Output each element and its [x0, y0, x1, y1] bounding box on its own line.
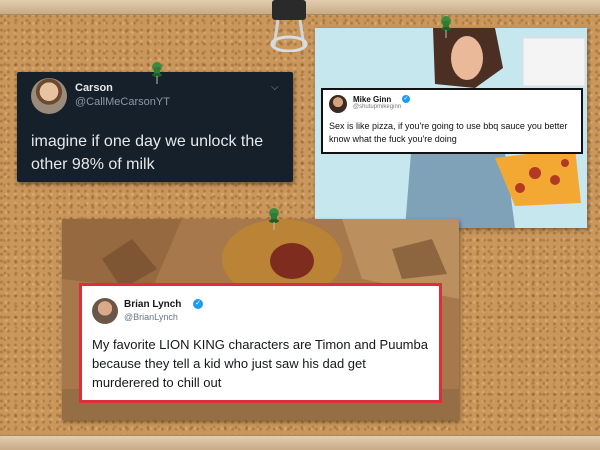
tweet-card-carson: Carson @CallMeCarsonYT ⌵ imagine if one …	[17, 72, 293, 182]
verified-badge-icon: ✓	[402, 95, 410, 103]
tweet-author-name: Carson	[75, 82, 113, 94]
pushpin-icon	[152, 62, 162, 84]
tweet-author-handle: @shutupmikeginn	[353, 104, 402, 110]
tweet-overlay: Brian Lynch ✓ @BrianLynch My favorite LI…	[79, 283, 442, 403]
pushpin-icon	[441, 16, 451, 38]
tweet-text: imagine if one day we unlock the other 9…	[31, 133, 264, 173]
avatar	[329, 95, 347, 113]
avatar	[92, 298, 118, 324]
pushpin-icon	[269, 208, 279, 230]
tweet-card-brian: Brian Lynch ✓ @BrianLynch My favorite LI…	[62, 219, 459, 420]
avatar	[31, 78, 67, 114]
tweet-author-name: Brian Lynch	[124, 299, 182, 310]
tweet-card-mike: Mike Ginn ✓ @shutupmikeginn Sex is like …	[315, 28, 587, 228]
tweet-author-name: Mike Ginn	[353, 95, 392, 104]
tweet-overlay: Mike Ginn ✓ @shutupmikeginn Sex is like …	[321, 88, 583, 154]
verified-badge-icon: ✓	[193, 299, 203, 309]
board-frame-bottom	[0, 435, 600, 450]
chevron-down-icon: ⌵	[271, 82, 279, 93]
binder-clip-icon	[270, 0, 308, 52]
tweet-text: My favorite LION KING characters are Tim…	[92, 337, 428, 390]
tweet-author-handle: @CallMeCarsonYT	[75, 96, 170, 108]
tweet-text: Sex is like pizza, if you're going to us…	[329, 121, 568, 144]
tweet-author-handle: @BrianLynch	[124, 312, 178, 322]
